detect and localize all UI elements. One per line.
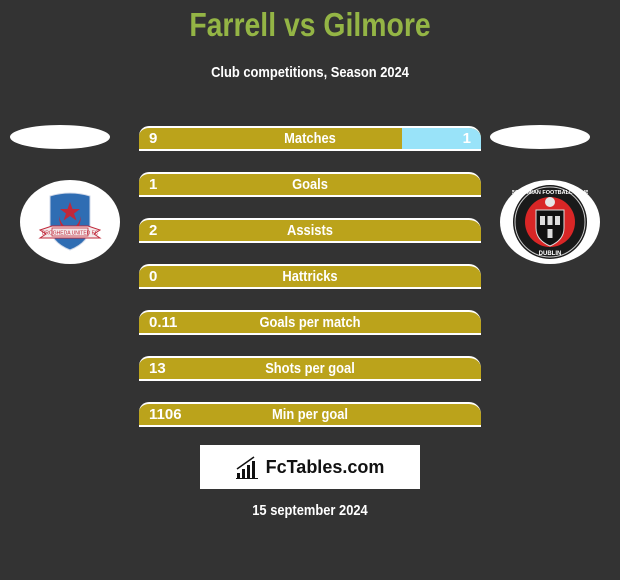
svg-text:DUBLIN: DUBLIN xyxy=(539,251,562,257)
left-player-oval xyxy=(10,125,110,149)
stat-label: Goals per match xyxy=(259,314,361,331)
brand-label: FcTables.com xyxy=(265,456,385,477)
right-team-logo[interactable]: DUBLIN BOHEMIAN FOOTBALL CLUB xyxy=(500,180,600,264)
competition-subtitle: Club competitions, Season 2024 xyxy=(211,64,409,81)
drogheda-united-crest-icon: DROGHEDA UNITED FC xyxy=(38,192,102,251)
left-team-logo[interactable]: DROGHEDA UNITED FC xyxy=(20,180,120,264)
left-value: 13 xyxy=(149,360,166,377)
right-player-oval xyxy=(490,125,590,149)
fctables-brand-banner[interactable]: FcTables.com xyxy=(200,445,420,489)
stat-label: Shots per goal xyxy=(265,360,355,377)
left-value: 1 xyxy=(149,176,158,193)
left-value: 0.11 xyxy=(149,314,178,331)
stat-label: Assists xyxy=(287,222,333,239)
stat-row-assists: Assists 2 xyxy=(139,218,481,243)
right-value: 1 xyxy=(462,130,471,147)
stat-label: Hattricks xyxy=(282,268,338,285)
left-value: 1106 xyxy=(149,406,182,423)
stat-row-shots-per-goal: Shots per goal 13 xyxy=(139,356,481,381)
svg-text:BOHEMIAN FOOTBALL CLUB: BOHEMIAN FOOTBALL CLUB xyxy=(512,190,588,196)
stat-label: Matches xyxy=(284,130,336,147)
left-value: 2 xyxy=(149,222,158,239)
stat-row-goals-per-match: Goals per match 0.11 xyxy=(139,310,481,335)
stat-label: Min per goal xyxy=(272,406,348,423)
left-value: 0 xyxy=(149,268,158,285)
bohemian-fc-crest-icon: DUBLIN BOHEMIAN FOOTBALL CLUB xyxy=(512,185,588,259)
svg-text:DROGHEDA UNITED FC: DROGHEDA UNITED FC xyxy=(42,231,99,237)
left-value: 9 xyxy=(149,130,158,147)
footer-date: 15 september 2024 xyxy=(252,502,368,519)
page-title: Farrell vs Gilmore xyxy=(189,6,431,43)
stat-row-hattricks: Hattricks 0 xyxy=(139,264,481,289)
bar-chart-icon xyxy=(235,456,258,479)
stat-label: Goals xyxy=(292,176,328,193)
stat-row-matches: Matches 9 1 xyxy=(139,126,481,151)
stat-row-min-per-goal: Min per goal 1106 xyxy=(139,402,481,427)
stat-row-goals: Goals 1 xyxy=(139,172,481,197)
